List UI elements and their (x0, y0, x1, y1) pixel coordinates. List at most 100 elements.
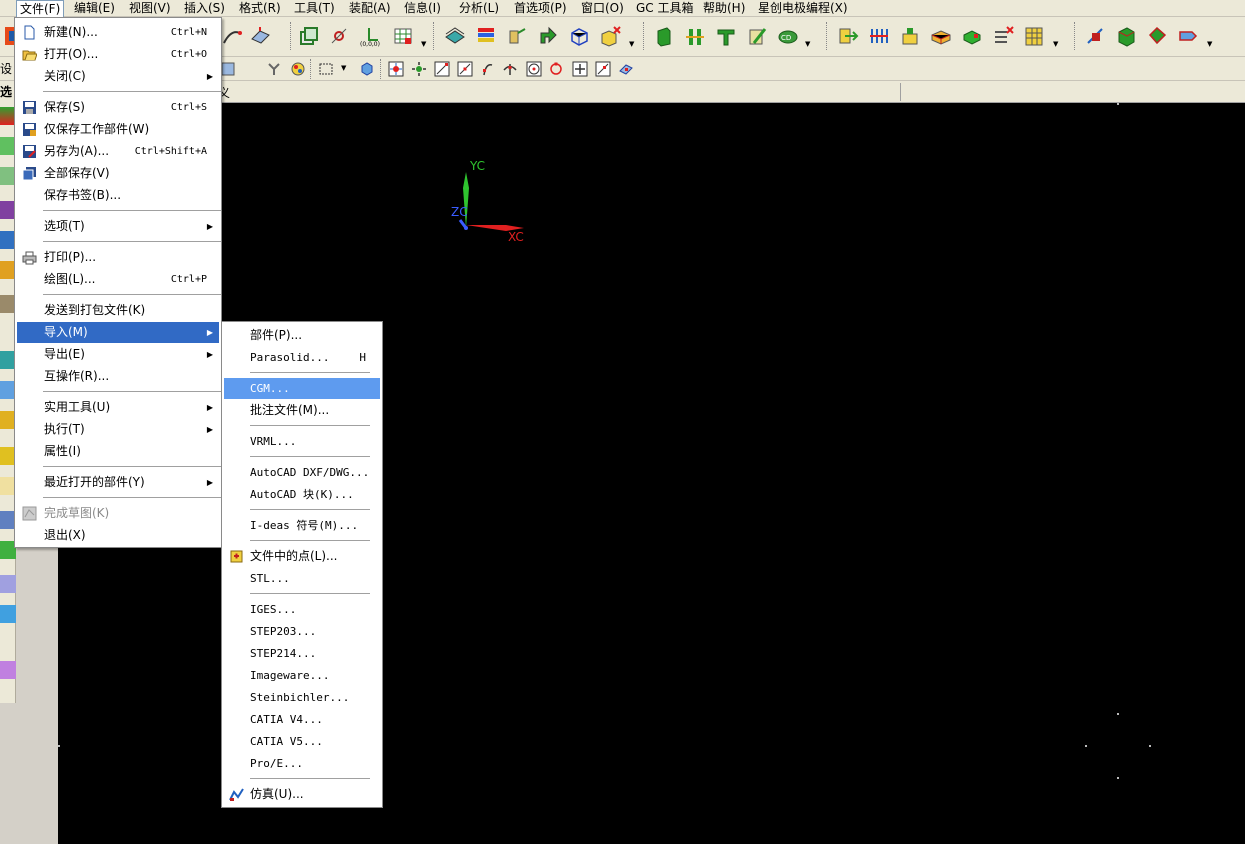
chevron-down-icon[interactable]: ▼ (1207, 40, 1212, 48)
chevron-down-icon[interactable]: ▼ (629, 40, 634, 48)
import-item-autocad-dxf-dwg[interactable]: AutoCAD DXF/DWG... (224, 462, 380, 483)
menu-item-execute[interactable]: 执行(T) ▶ (17, 419, 219, 440)
box-body-icon[interactable] (1112, 22, 1140, 50)
midpoint-icon[interactable] (455, 59, 475, 79)
menu-help[interactable]: 帮助(H) (700, 0, 748, 17)
delete-block-icon[interactable] (596, 22, 624, 50)
menu-electrode-programming[interactable]: 星创电极编程(X) (755, 0, 851, 17)
chevron-down-icon[interactable]: ▼ (341, 64, 346, 72)
import-item-iges[interactable]: IGES... (224, 599, 380, 620)
intersection-point-icon[interactable] (500, 59, 520, 79)
menu-item-import[interactable]: 导入(M) ▶ (17, 322, 219, 343)
menu-item-export[interactable]: 导出(E) ▶ (17, 344, 219, 365)
section-body-icon[interactable] (1143, 22, 1171, 50)
chevron-down-icon[interactable]: ▼ (1053, 40, 1058, 48)
menu-item-recent-parts[interactable]: 最近打开的部件(Y) ▶ (17, 472, 219, 493)
point-on-curve-icon[interactable] (593, 59, 613, 79)
array-pattern-icon[interactable] (865, 22, 893, 50)
layer-copy-icon[interactable] (295, 22, 323, 50)
extrude-face-icon[interactable] (650, 22, 678, 50)
menu-item-close[interactable]: 关闭(C) ▶ (17, 66, 219, 87)
import-item-simulation[interactable]: 仿真(U)... (224, 784, 380, 805)
menu-item-open[interactable]: 打开(O)... Ctrl+O (17, 44, 219, 65)
import-item-catia-v5[interactable]: CATIA V5... (224, 731, 380, 752)
spreadsheet-icon[interactable] (1020, 22, 1048, 50)
stock-block-icon[interactable] (927, 22, 955, 50)
cube-tool-icon[interactable] (0, 661, 16, 679)
import-item-part[interactable]: 部件(P)... (224, 325, 380, 346)
menu-item-properties[interactable]: 属性(I) (17, 441, 219, 462)
move-object-icon[interactable] (503, 22, 531, 50)
menu-window[interactable]: 窗口(O) (578, 0, 627, 17)
green-block-icon[interactable] (958, 22, 986, 50)
export-arrow-icon[interactable] (834, 22, 862, 50)
color-filter-icon[interactable] (288, 59, 308, 79)
import-item-pro-e[interactable]: Pro/E... (224, 753, 380, 774)
list-delete-icon[interactable] (989, 22, 1017, 50)
import-item-parasolid[interactable]: Parasolid... H (224, 347, 380, 368)
endpoint-icon[interactable] (432, 59, 452, 79)
wcs-origin-icon[interactable]: (0,0,0) (355, 22, 383, 50)
color-palette-icon[interactable] (472, 22, 500, 50)
chevron-down-icon[interactable]: ▼ (421, 40, 426, 48)
measure-icon[interactable]: CD (774, 22, 802, 50)
sketch-curve-icon[interactable] (218, 22, 246, 50)
electrode-tool-icon[interactable] (0, 575, 16, 593)
snap-icon[interactable] (264, 59, 284, 79)
electrode-blank-icon[interactable] (896, 22, 924, 50)
import-item-catia-v4[interactable]: CATIA V4... (224, 709, 380, 730)
menu-information[interactable]: 信息(I) (401, 0, 444, 17)
menu-item-print[interactable]: 打印(P)... (17, 247, 219, 268)
menu-assembly[interactable]: 装配(A) (346, 0, 394, 17)
quadrant-point-icon[interactable] (546, 59, 566, 79)
chevron-down-icon[interactable]: ▼ (805, 40, 810, 48)
menu-item-interoperation[interactable]: 互操作(R)... (17, 366, 219, 387)
snap-all-icon[interactable] (386, 59, 406, 79)
menu-item-exit[interactable]: 退出(X) (17, 525, 219, 546)
delete-tool-icon[interactable] (0, 605, 16, 623)
offset-face-icon[interactable] (681, 22, 709, 50)
point-on-face-icon[interactable] (616, 59, 636, 79)
select-body-icon[interactable] (357, 59, 377, 79)
menu-item-save-work-part[interactable]: 仅保存工作部件(W) (17, 119, 219, 140)
menu-edit[interactable]: 编辑(E) (71, 0, 118, 17)
import-item-vrml[interactable]: VRML... (224, 431, 380, 452)
import-item-imageware[interactable]: Imageware... (224, 665, 380, 686)
menu-analysis[interactable]: 分析(L) (456, 0, 502, 17)
split-body-icon[interactable] (712, 22, 740, 50)
arc-center-icon[interactable] (524, 59, 544, 79)
menu-view[interactable]: 视图(V) (126, 0, 174, 17)
import-item-autocad-block[interactable]: AutoCAD 块(K)... (224, 484, 380, 505)
layer-settings-icon[interactable] (441, 22, 469, 50)
view-arrow-icon[interactable] (1174, 22, 1202, 50)
import-item-annotation-file[interactable]: 批注文件(M)... (224, 400, 380, 421)
wcs-dynamics-icon[interactable] (325, 22, 353, 50)
menu-item-save-all[interactable]: 全部保存(V) (17, 163, 219, 184)
menu-insert[interactable]: 插入(S) (181, 0, 228, 17)
menu-file[interactable]: 文件(F) (16, 0, 65, 17)
import-item-step203[interactable]: STEP203... (224, 621, 380, 642)
import-item-cgm[interactable]: CGM... (224, 378, 380, 399)
wireframe-box-icon[interactable] (565, 22, 593, 50)
menu-gc-toolkit[interactable]: GC 工具箱 (633, 0, 697, 17)
menu-item-save-bookmark[interactable]: 保存书签(B)... (17, 185, 219, 206)
edit-object-display-icon[interactable] (534, 22, 562, 50)
rectangle-select-icon[interactable] (316, 59, 336, 79)
menu-preferences[interactable]: 首选项(P) (511, 0, 570, 17)
display-grid-icon[interactable] (389, 22, 417, 50)
existing-point-icon[interactable] (570, 59, 590, 79)
import-item-steinbichler[interactable]: Steinbichler... (224, 687, 380, 708)
menu-item-plot[interactable]: 绘图(L)... Ctrl+P (17, 269, 219, 290)
menu-format[interactable]: 格式(R) (236, 0, 284, 17)
point-on-body-icon[interactable] (1081, 22, 1109, 50)
import-item-stl[interactable]: STL... (224, 568, 380, 589)
menu-item-utilities[interactable]: 实用工具(U) ▶ (17, 397, 219, 418)
pencil-edit-icon[interactable] (743, 22, 771, 50)
snap-settings-icon[interactable] (409, 59, 429, 79)
import-item-ideas-symbol[interactable]: I-deas 符号(M)... (224, 515, 380, 536)
menu-tools[interactable]: 工具(T) (291, 0, 338, 17)
menu-item-send-to-package[interactable]: 发送到打包文件(K) (17, 300, 219, 321)
menu-item-save-as[interactable]: 另存为(A)... Ctrl+Shift+A (17, 141, 219, 162)
menu-item-options[interactable]: 选项(T) ▶ (17, 216, 219, 237)
import-item-step214[interactable]: STEP214... (224, 643, 380, 664)
